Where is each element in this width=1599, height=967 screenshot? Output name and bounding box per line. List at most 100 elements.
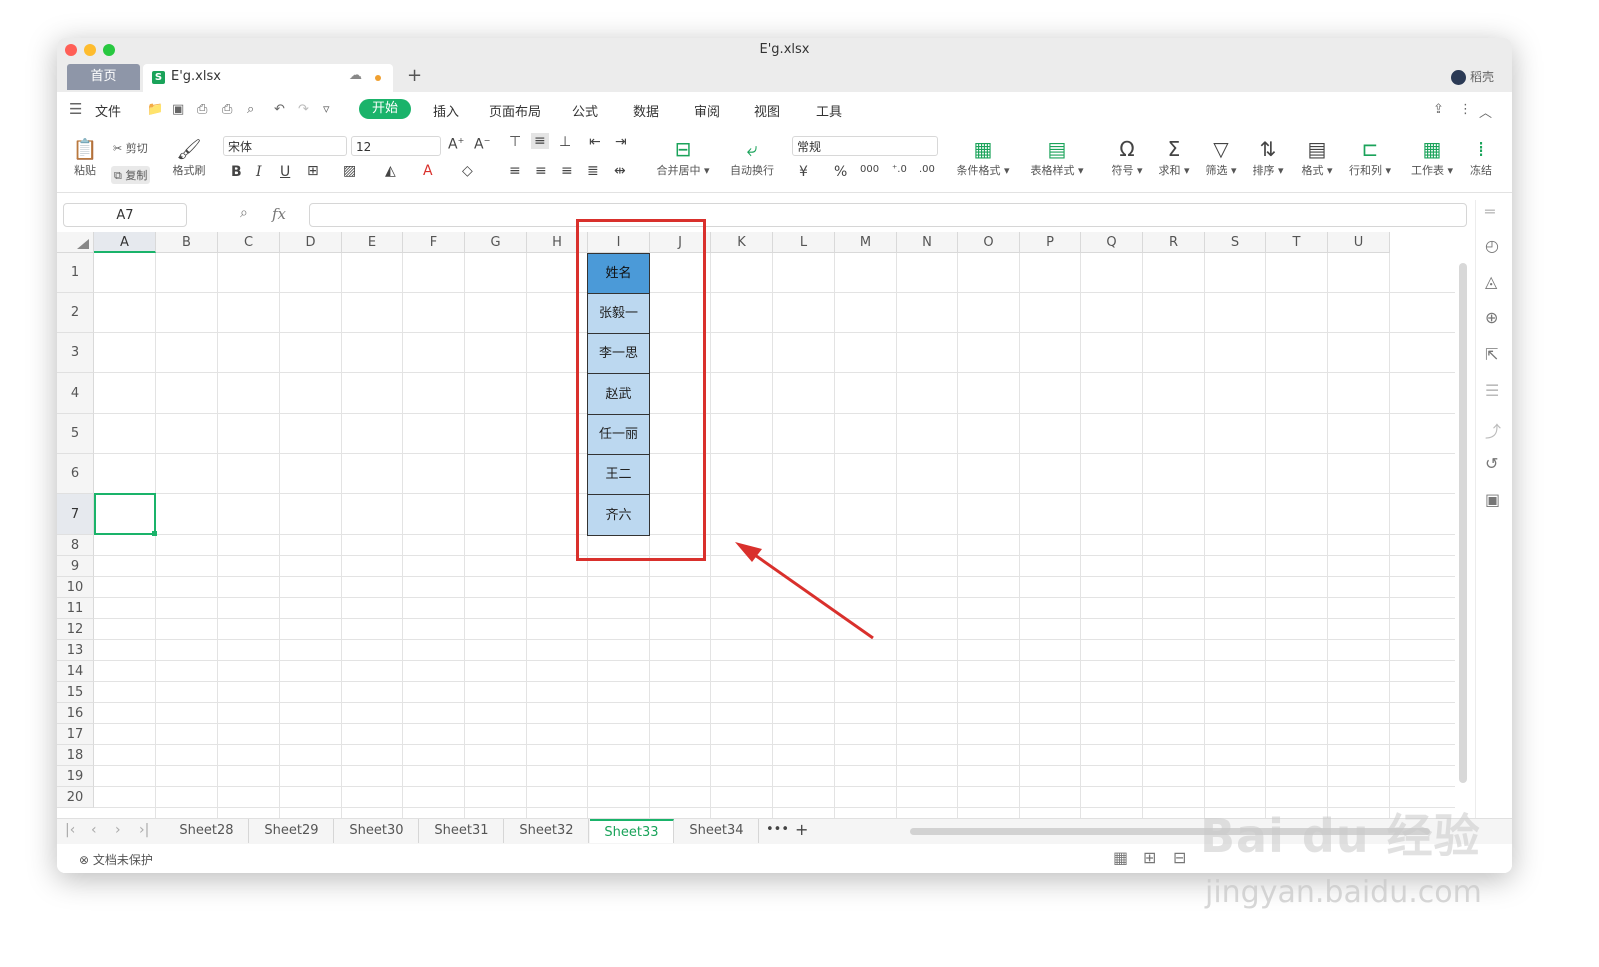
align-bottom-icon[interactable]: ⊥ (559, 134, 571, 150)
fill-color-icon[interactable]: ◭ (385, 163, 396, 179)
shapes-icon[interactable]: ◴ (1485, 236, 1499, 255)
decrease-decimal-icon[interactable]: .00 (919, 164, 935, 175)
symbol-button[interactable]: Ω 符号 ▾ (1105, 136, 1149, 178)
cell-fill-icon[interactable]: ▨ (343, 163, 356, 179)
user-account[interactable]: 稻壳 (1450, 68, 1494, 85)
sheet-tab-sheet32[interactable]: Sheet32 (505, 819, 589, 843)
row-header-15[interactable]: 15 (57, 682, 94, 703)
row-header-20[interactable]: 20 (57, 787, 94, 808)
italic-icon[interactable]: I (256, 164, 262, 180)
row-header-12[interactable]: 12 (57, 619, 94, 640)
collapse-ribbon-icon[interactable]: ︿ (1479, 102, 1492, 121)
fx-icon[interactable]: fx (272, 205, 286, 223)
font-size-select[interactable]: 12 (351, 136, 441, 156)
column-header-n[interactable]: N (897, 232, 958, 253)
column-header-a[interactable]: A (94, 232, 156, 253)
format-painter-button[interactable]: 🖌 格式刷 (167, 136, 211, 178)
last-sheet-icon[interactable]: ›| (139, 822, 149, 838)
worksheet-button[interactable]: ▦ 工作表 ▾ (1405, 136, 1459, 178)
zoom-icon[interactable]: ⌕ (240, 205, 248, 221)
column-header-q[interactable]: Q (1081, 232, 1143, 253)
distribute-icon[interactable]: ⇹ (614, 163, 626, 179)
column-header-p[interactable]: P (1020, 232, 1081, 253)
more-sheets-button[interactable]: ••• (766, 822, 789, 837)
page-layout-view-icon[interactable]: ⊞ (1143, 848, 1156, 867)
percent-icon[interactable]: % (834, 164, 847, 180)
sheet-tab-sheet34[interactable]: Sheet34 (675, 819, 759, 843)
menu-review[interactable]: 审阅 (694, 101, 720, 120)
row-header-8[interactable]: 8 (57, 535, 94, 556)
menu-file[interactable]: 文件 (95, 101, 121, 120)
column-header-e[interactable]: E (342, 232, 403, 253)
customize-icon[interactable]: ▿ (323, 102, 330, 117)
undo-icon[interactable]: ↶ (274, 102, 285, 117)
align-top-icon[interactable]: ⊤ (509, 134, 521, 150)
menu-formula[interactable]: 公式 (572, 101, 598, 120)
cloud-icon[interactable]: ☁ (349, 68, 362, 83)
menu-data[interactable]: 数据 (633, 101, 659, 120)
increase-indent-icon[interactable]: ⇥ (615, 134, 627, 150)
thousands-icon[interactable]: 000 (860, 164, 879, 175)
name-box[interactable]: A7 (63, 203, 187, 227)
border-icon[interactable]: ⊞ (307, 163, 319, 179)
image-icon[interactable]: ▣ (1485, 490, 1500, 509)
conditional-format-button[interactable]: ▦ 条件格式 ▾ (951, 136, 1015, 178)
align-right-icon[interactable]: ≡ (561, 163, 573, 179)
row-header-7[interactable]: 7 (57, 494, 94, 535)
more-icon[interactable]: ⋮ (1459, 102, 1472, 117)
redo-icon[interactable]: ↷ (298, 102, 309, 117)
wrap-text-button[interactable]: ⤶ 自动换行 (725, 136, 779, 178)
format-button[interactable]: ▤ 格式 ▾ (1295, 136, 1339, 178)
table-style-button[interactable]: ▤ 表格样式 ▾ (1025, 136, 1089, 178)
row-header-4[interactable]: 4 (57, 373, 94, 414)
column-header-d[interactable]: D (280, 232, 342, 253)
tab-home[interactable]: 首页 (67, 64, 140, 90)
row-header-14[interactable]: 14 (57, 661, 94, 682)
sheet-tab-sheet31[interactable]: Sheet31 (420, 819, 504, 843)
number-format-select[interactable]: 常规 (792, 136, 938, 156)
column-header-f[interactable]: F (403, 232, 465, 253)
shrink-font-icon[interactable]: A− (474, 136, 490, 153)
row-header-11[interactable]: 11 (57, 598, 94, 619)
sheet-tab-sheet28[interactable]: Sheet28 (165, 819, 249, 843)
merge-center-button[interactable]: ⊟ 合并居中 ▾ (651, 136, 715, 178)
select-all-corner[interactable] (57, 232, 94, 253)
style-icon[interactable]: ◬ (1485, 272, 1497, 291)
column-header-r[interactable]: R (1143, 232, 1205, 253)
menu-page-layout[interactable]: 页面布局 (489, 101, 541, 120)
row-header-13[interactable]: 13 (57, 640, 94, 661)
preview-icon[interactable]: ⌕ (247, 102, 254, 117)
add-sheet-button[interactable]: + (795, 820, 808, 839)
column-header-g[interactable]: G (465, 232, 527, 253)
justify-icon[interactable]: ≣ (587, 163, 599, 179)
row-header-3[interactable]: 3 (57, 333, 94, 373)
menu-start[interactable]: 开始 (359, 99, 411, 119)
row-header-19[interactable]: 19 (57, 766, 94, 787)
new-tab-button[interactable]: + (407, 65, 422, 86)
grow-font-icon[interactable]: A+ (448, 136, 464, 153)
row-header-9[interactable]: 9 (57, 556, 94, 577)
copy-button[interactable]: ⧉ 复制 (111, 166, 151, 184)
row-header-5[interactable]: 5 (57, 414, 94, 454)
formula-input[interactable] (309, 203, 1467, 227)
drag-handle-icon[interactable]: ═ (1485, 202, 1495, 221)
menu-view[interactable]: 视图 (754, 101, 780, 120)
row-header-16[interactable]: 16 (57, 703, 94, 724)
pdf-icon[interactable]: ⎙ (197, 102, 207, 117)
align-center-icon[interactable]: ≡ (535, 163, 547, 179)
clear-format-icon[interactable]: ◇ (462, 163, 473, 179)
menu-insert[interactable]: 插入 (433, 101, 459, 120)
filter-button[interactable]: ▽ 筛选 ▾ (1199, 136, 1243, 178)
tab-document[interactable]: S E'g.xlsx ☁ (143, 64, 393, 92)
underline-icon[interactable]: U (280, 164, 290, 180)
column-header-k[interactable]: K (711, 232, 773, 253)
print-icon[interactable]: ⎙ (222, 102, 232, 117)
share-icon[interactable]: ⇪ (1433, 102, 1444, 117)
row-header-2[interactable]: 2 (57, 293, 94, 333)
fill-handle[interactable] (152, 531, 157, 536)
hamburger-icon[interactable]: ☰ (69, 100, 82, 118)
prev-sheet-icon[interactable]: ‹ (91, 822, 97, 838)
column-header-t[interactable]: T (1266, 232, 1328, 253)
row-header-1[interactable]: 1 (57, 253, 94, 293)
sort-button[interactable]: ⇅ 排序 ▾ (1246, 136, 1290, 178)
